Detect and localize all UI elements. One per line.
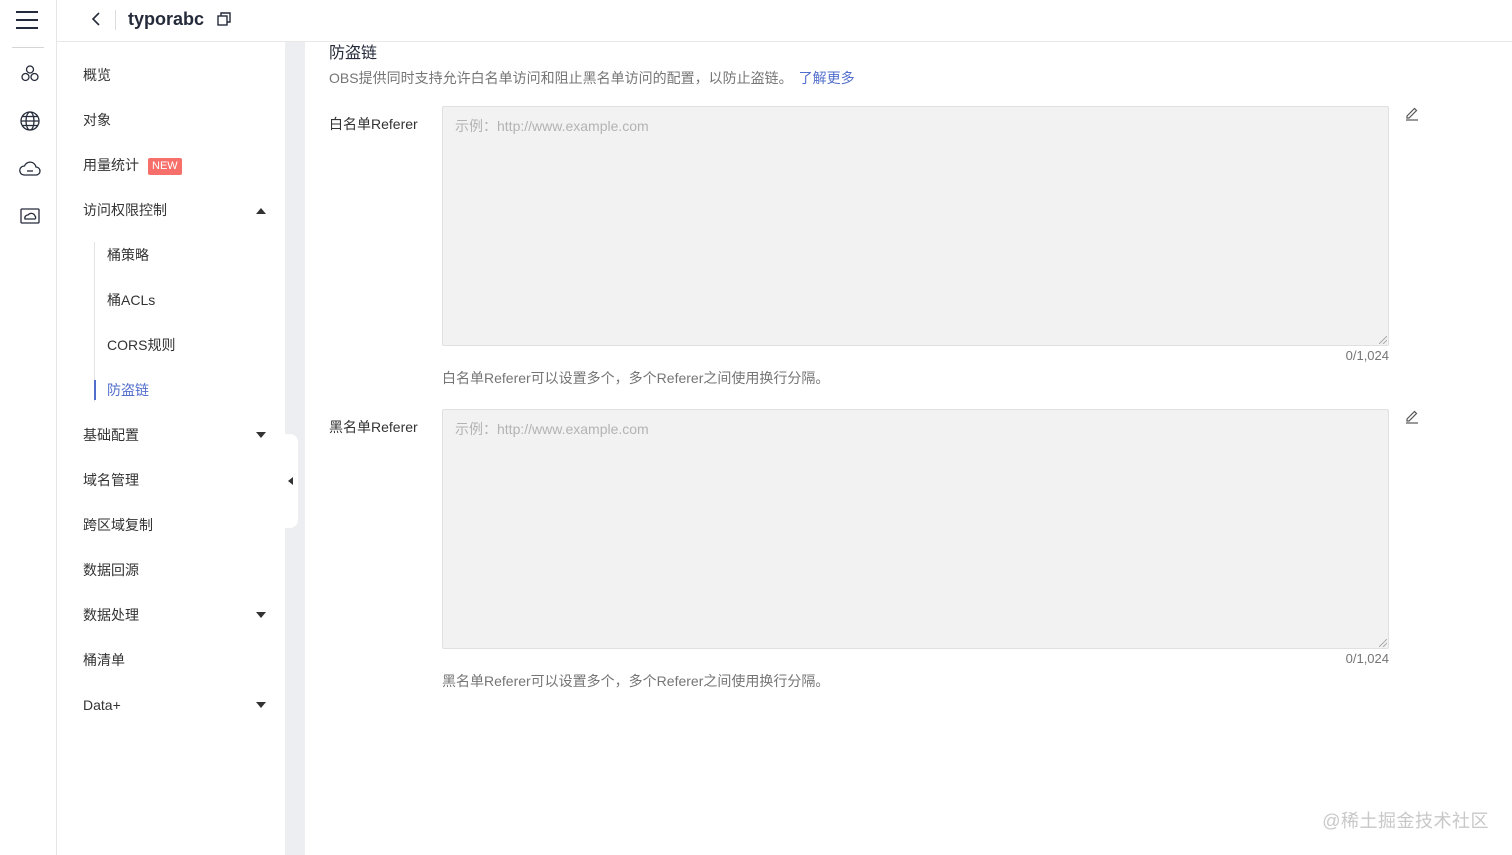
nav-item-basic-config[interactable]: 基础配置: [83, 425, 139, 445]
menu-icon[interactable]: [15, 8, 39, 32]
edit-icon[interactable]: [1404, 105, 1420, 121]
caret-down-icon[interactable]: [256, 612, 266, 618]
cluster-icon[interactable]: [18, 62, 42, 86]
main-content: 防盗链 OBS提供同时支持允许白名单访问和阻止黑名单访问的配置，以防止盗链。 了解…: [305, 42, 1512, 855]
nav-item-domain[interactable]: 域名管理: [83, 470, 139, 490]
nav-sub-bucket-acls[interactable]: 桶ACLs: [107, 290, 155, 310]
nav-sub-bucket-policy[interactable]: 桶策略: [107, 245, 149, 265]
whitelist-textarea[interactable]: [442, 106, 1389, 346]
nav-item-access-control[interactable]: 访问权限控制: [83, 200, 167, 220]
bucket-nav: 概览 对象 用量统计 NEW 访问权限控制 桶策略 桶ACLs CORS规则 防盗…: [57, 42, 285, 855]
blacklist-hint: 黑名单Referer可以设置多个，多个Referer之间使用换行分隔。: [442, 673, 830, 689]
watermark: @稀土掘金技术社区: [1322, 811, 1489, 831]
nav-item-back-to-source[interactable]: 数据回源: [83, 560, 139, 580]
cloud-icon[interactable]: [18, 157, 42, 181]
nav-sub-cors[interactable]: CORS规则: [107, 335, 175, 355]
collapse-nav-button[interactable]: [279, 434, 298, 528]
back-icon[interactable]: [87, 9, 107, 29]
section-title: 防盗链: [329, 45, 378, 62]
collapse-arrow-icon: [288, 477, 293, 485]
nav-item-objects[interactable]: 对象: [83, 110, 111, 130]
resize-grip-icon[interactable]: [1379, 336, 1387, 344]
caret-up-icon[interactable]: [256, 208, 266, 214]
whitelist-counter: 0/1,024: [1345, 348, 1389, 363]
active-indicator: [94, 380, 96, 400]
rail-divider: [12, 47, 44, 48]
nav-item-data-processing[interactable]: 数据处理: [83, 605, 139, 625]
description-text: OBS提供同时支持允许白名单访问和阻止黑名单访问的配置，以防止盗链。: [329, 70, 793, 86]
caret-down-icon[interactable]: [256, 432, 266, 438]
top-bar: typorabc: [57, 0, 1512, 42]
nav-item-usage-label: 用量统计: [83, 157, 139, 173]
section-description: OBS提供同时支持允许白名单访问和阻止黑名单访问的配置，以防止盗链。 了解更多: [329, 68, 855, 88]
nav-item-data-plus[interactable]: Data+: [83, 695, 121, 715]
nav-item-usage[interactable]: 用量统计 NEW: [83, 155, 182, 175]
blacklist-counter: 0/1,024: [1345, 651, 1389, 666]
blacklist-textarea[interactable]: [442, 409, 1389, 649]
icon-rail: [0, 0, 57, 855]
whitelist-label: 白名单Referer: [329, 116, 418, 132]
page-title: typorabc: [128, 9, 205, 29]
new-badge: NEW: [148, 158, 182, 175]
learn-more-link[interactable]: 了解更多: [799, 70, 855, 86]
header-separator: [115, 10, 116, 30]
whitelist-hint: 白名单Referer可以设置多个，多个Referer之间使用换行分隔。: [442, 370, 830, 386]
blacklist-label: 黑名单Referer: [329, 419, 418, 435]
resize-grip-icon[interactable]: [1379, 639, 1387, 647]
nav-sub-anti-leech[interactable]: 防盗链: [107, 380, 149, 400]
sub-nav-line: [94, 242, 95, 402]
storage-icon[interactable]: [18, 204, 42, 228]
nav-item-replication[interactable]: 跨区域复制: [83, 515, 153, 535]
copy-icon[interactable]: [216, 11, 232, 27]
edit-icon[interactable]: [1404, 408, 1420, 424]
caret-down-icon[interactable]: [256, 702, 266, 708]
nav-item-inventory[interactable]: 桶清单: [83, 650, 125, 670]
nav-item-overview[interactable]: 概览: [83, 65, 111, 85]
globe-icon[interactable]: [18, 109, 42, 133]
